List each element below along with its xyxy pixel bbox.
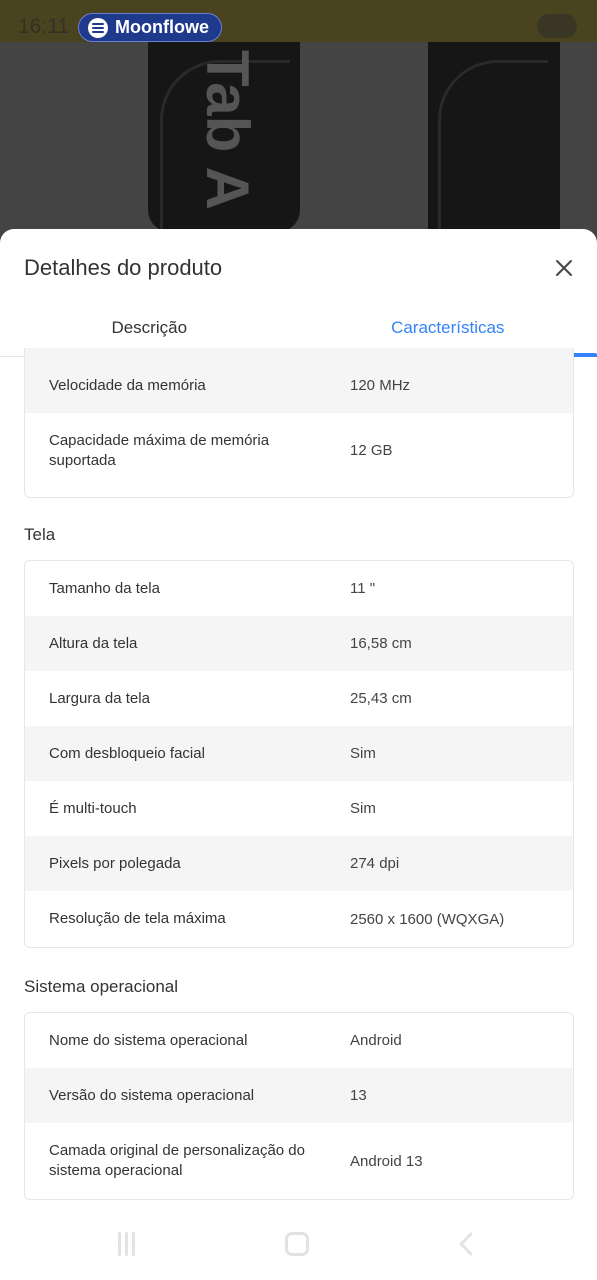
- section-title-tela: Tela: [24, 525, 56, 544]
- spec-row: Nome do sistema operacional Android: [25, 1013, 573, 1068]
- spec-label: Camada original de personalização do sis…: [49, 1142, 305, 1179]
- spec-value: Android 13: [350, 1152, 423, 1170]
- spec-value: 2560 x 1600 (WQXGA): [350, 910, 505, 928]
- sheet-title: Detalhes do produto: [24, 255, 223, 280]
- tab-caracteristicas-label: Características: [391, 318, 505, 337]
- spec-value: 25,43 cm: [350, 690, 412, 707]
- spec-value: 274 dpi: [350, 855, 400, 872]
- spec-label: Pixels por polegada: [49, 854, 181, 872]
- section-title-sistema-operacional: Sistema operacional: [24, 977, 179, 996]
- spec-row: Capacidade máxima de memória suportada 1…: [25, 413, 573, 488]
- spec-value: Android: [350, 1032, 402, 1049]
- spec-value: Sim: [350, 745, 376, 762]
- spec-row: Camada original de personalização do sis…: [25, 1123, 573, 1199]
- spec-value: 12 GB: [350, 442, 393, 459]
- sheet-header: Detalhes do produto: [0, 229, 597, 305]
- memory-card: Velocidade da memória 120 MHz Capacidade…: [24, 348, 574, 498]
- spec-label: É multi-touch: [49, 799, 137, 817]
- close-icon: [556, 260, 572, 276]
- product-tablet-edge-arc: [438, 60, 548, 230]
- spec-label: Velocidade da memória: [49, 376, 206, 394]
- screen-card: Tamanho da tela 11 " Altura da tela 16,5…: [24, 560, 574, 948]
- spec-value: 120 MHz: [350, 377, 411, 394]
- status-time: 16:11: [18, 15, 69, 38]
- spec-row: É multi-touch Sim: [25, 781, 573, 836]
- spec-label: Versão do sistema operacional: [49, 1086, 255, 1104]
- spec-label: Com desbloqueio facial: [49, 744, 205, 762]
- recent-apps-button[interactable]: [118, 1232, 142, 1256]
- spec-row: Pixels por polegada 274 dpi: [25, 836, 573, 891]
- spec-row: Altura da tela 16,58 cm: [25, 616, 573, 671]
- spotify-icon: [88, 17, 108, 38]
- spec-value: Sim: [350, 800, 376, 817]
- system-nav-bar: [0, 1212, 597, 1280]
- recent-apps-icon: [118, 1232, 121, 1256]
- now-playing-label: Moonflowe: [115, 17, 209, 37]
- os-card: Nome do sistema operacional Android Vers…: [24, 1012, 574, 1200]
- spec-row: Versão do sistema operacional 13: [25, 1068, 573, 1123]
- spec-row: Tamanho da tela 11 ": [25, 561, 573, 616]
- spec-label: Nome do sistema operacional: [49, 1031, 248, 1049]
- spec-label: Largura da tela: [49, 689, 150, 707]
- spec-label: Resolução de tela máxima: [49, 910, 226, 927]
- spec-row: Resolução de tela máxima 2560 x 1600 (WQ…: [25, 891, 573, 947]
- spec-label: Capacidade máxima de memória suportada: [49, 431, 270, 469]
- home-button[interactable]: [285, 1232, 309, 1256]
- back-button[interactable]: [456, 1232, 476, 1256]
- close-button[interactable]: [549, 253, 579, 283]
- status-icons: [537, 14, 577, 38]
- spec-label: Altura da tela: [49, 634, 138, 652]
- spec-value: 13: [350, 1087, 367, 1104]
- spec-row: Largura da tela 25,43 cm: [25, 671, 573, 726]
- product-details-sheet: Detalhes do produto Descrição Caracterís…: [0, 229, 597, 1280]
- spec-row: Velocidade da memória 120 MHz: [25, 348, 573, 413]
- product-brand-text: Tab A: [194, 50, 261, 210]
- spec-row: Com desbloqueio facial Sim: [25, 726, 573, 781]
- spec-value: 11 ": [350, 580, 376, 597]
- spec-value: 16,58 cm: [350, 635, 412, 652]
- spec-label: Tamanho da tela: [49, 579, 160, 597]
- now-playing-pill[interactable]: Moonflowe: [78, 13, 222, 42]
